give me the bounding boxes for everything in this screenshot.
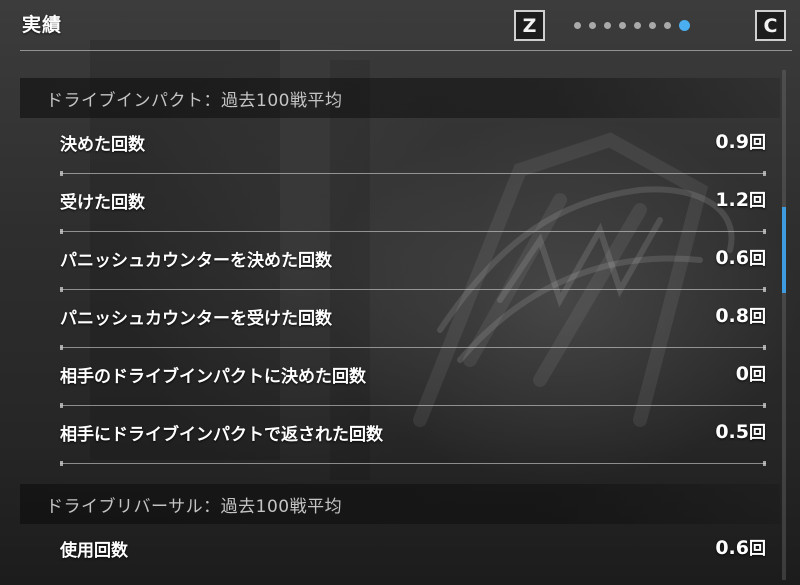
stat-label: パニッシュカウンターを受けた回数 — [60, 309, 332, 329]
row-divider — [60, 461, 766, 466]
stat-label: 相手のドライブインパクトに決めた回数 — [60, 367, 366, 387]
page-dot-active[interactable] — [679, 19, 690, 31]
section-title: ドライブインパクト：過去100戦平均 — [46, 91, 343, 111]
page-dot[interactable] — [589, 21, 596, 29]
stat-label: 受けた回数 — [60, 193, 145, 213]
page-dot[interactable] — [664, 21, 671, 29]
header-bar: 実績 Z C — [0, 0, 800, 50]
page-indicator — [574, 19, 690, 31]
scrollbar-thumb[interactable] — [782, 207, 786, 293]
page-dot[interactable] — [574, 21, 581, 29]
stat-value: 1.2回 — [715, 189, 766, 211]
stat-value: 0.8回 — [715, 305, 766, 327]
scrollbar-track[interactable] — [782, 70, 786, 580]
stat-row[interactable]: 相手のドライブインパクトに決めた回数 0回 — [60, 348, 768, 408]
stat-value: 0回 — [735, 363, 766, 385]
stat-value: 0.6回 — [715, 537, 766, 559]
section-header-drive-reversal: ドライブリバーサル：過去100戦平均 — [20, 484, 780, 524]
stat-label: 相手にドライブインパクトで返された回数 — [60, 425, 383, 445]
page-dot[interactable] — [634, 21, 641, 29]
page-dot[interactable] — [649, 21, 656, 29]
stat-label: 決めた回数 — [60, 135, 145, 155]
header-divider — [20, 50, 792, 51]
section-title: ドライブリバーサル：過去100戦平均 — [46, 497, 343, 517]
stat-value: 0.5回 — [715, 421, 766, 443]
section-header-drive-impact: ドライブインパクト：過去100戦平均 — [20, 78, 780, 118]
page-dot[interactable] — [619, 21, 626, 29]
stat-value: 0.9回 — [715, 131, 766, 153]
stat-row[interactable]: パニッシュカウンターを決めた回数 0.6回 — [60, 232, 768, 292]
stat-row[interactable]: 相手にドライブインパクトで返された回数 0.5回 — [60, 406, 768, 466]
stat-label: 使用回数 — [60, 541, 128, 561]
stat-row[interactable]: 使用回数 0.6回 — [60, 522, 768, 580]
page-dot[interactable] — [604, 21, 611, 29]
next-page-key-button[interactable]: C — [755, 10, 786, 41]
stat-row[interactable]: パニッシュカウンターを受けた回数 0.8回 — [60, 290, 768, 350]
stat-value: 0.6回 — [715, 247, 766, 269]
stat-row[interactable]: 決めた回数 0.9回 — [60, 116, 768, 176]
prev-page-key-button[interactable]: Z — [514, 10, 545, 41]
stat-label: パニッシュカウンターを決めた回数 — [60, 251, 332, 271]
stat-row[interactable]: 受けた回数 1.2回 — [60, 174, 768, 234]
page-title: 実績 — [22, 14, 63, 36]
